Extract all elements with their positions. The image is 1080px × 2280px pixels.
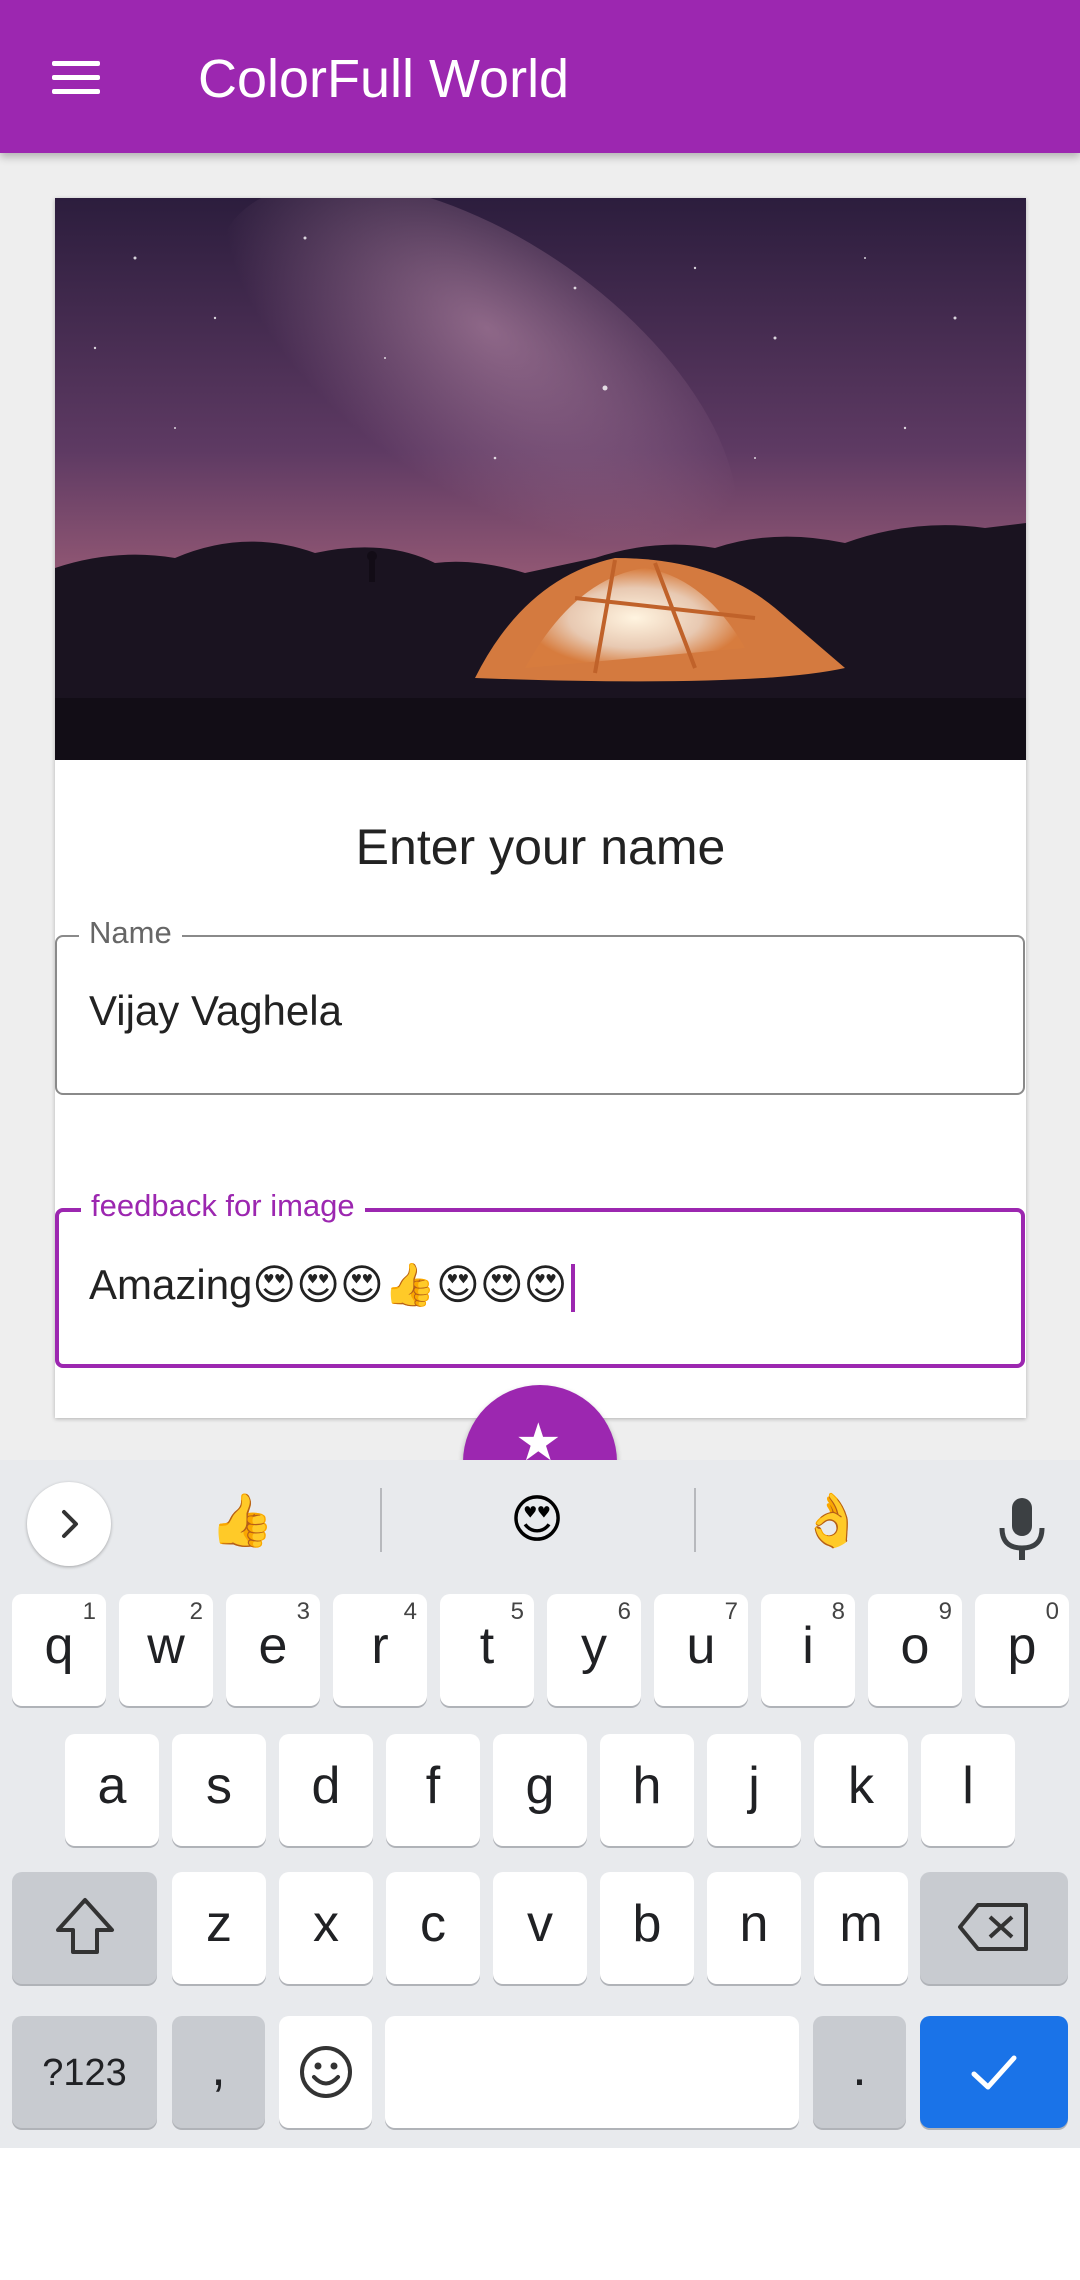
feedback-field-value[interactable]: Amazing😍😍😍👍😍😍😍 <box>89 1260 576 1312</box>
key-x[interactable]: x <box>279 1872 373 1984</box>
key-label: m <box>839 1895 883 1953</box>
soft-keyboard: 👍 😍 👌 q1w2e3r4t5y6u7i8o9p0 asdfghjkl zxc… <box>0 1460 1080 2148</box>
key-t[interactable]: t5 <box>440 1594 534 1706</box>
key-label: i <box>802 1617 814 1675</box>
suggestion-1[interactable]: 👍 <box>182 1490 302 1551</box>
key-w[interactable]: w2 <box>119 1594 213 1706</box>
key-c[interactable]: c <box>386 1872 480 1984</box>
key-label: x <box>313 1895 339 1953</box>
key-hint: 6 <box>617 1598 631 1625</box>
text-cursor <box>571 1263 576 1312</box>
key-y[interactable]: y6 <box>547 1594 641 1706</box>
key-m[interactable]: m <box>814 1872 908 1984</box>
emoji-icon <box>299 2046 352 2098</box>
card-heading: Enter your name <box>355 819 726 875</box>
key-d[interactable]: d <box>279 1734 373 1846</box>
period-key[interactable]: . <box>813 2016 906 2128</box>
expand-toolbar-button[interactable] <box>27 1482 111 1566</box>
suggestion-3[interactable]: 👌 <box>772 1490 892 1551</box>
key-hint: 4 <box>403 1598 417 1625</box>
key-g[interactable]: g <box>493 1734 587 1846</box>
name-field[interactable]: Name Vijay Vaghela <box>55 915 1025 1095</box>
key-label: v <box>527 1895 553 1953</box>
key-label: b <box>632 1895 662 1953</box>
key-q[interactable]: q1 <box>12 1594 106 1706</box>
menu-icon[interactable] <box>40 42 110 112</box>
key-j[interactable]: j <box>707 1734 801 1846</box>
key-hint: 9 <box>938 1598 952 1625</box>
key-label: s <box>206 1757 232 1815</box>
microphone-icon[interactable] <box>992 1494 1052 1564</box>
key-o[interactable]: o9 <box>868 1594 962 1706</box>
key-s[interactable]: s <box>172 1734 266 1846</box>
key-hint: 0 <box>1045 1598 1059 1625</box>
key-b[interactable]: b <box>600 1872 694 1984</box>
app-title: ColorFull World <box>198 49 570 109</box>
key-label: u <box>686 1617 716 1675</box>
key-l[interactable]: l <box>921 1734 1015 1846</box>
key-i[interactable]: i8 <box>761 1594 855 1706</box>
key-f[interactable]: f <box>386 1734 480 1846</box>
key-u[interactable]: u7 <box>654 1594 748 1706</box>
app-bar: ColorFull World <box>0 0 1080 153</box>
key-r[interactable]: r4 <box>333 1594 427 1706</box>
key-hint: 3 <box>296 1598 310 1625</box>
key-label: h <box>632 1757 662 1815</box>
key-label: t <box>479 1617 495 1675</box>
key-hint: 1 <box>82 1598 96 1625</box>
name-field-label: Name <box>79 915 182 951</box>
key-label: r <box>371 1617 389 1675</box>
comma-key[interactable]: , <box>172 2016 265 2128</box>
key-n[interactable]: n <box>707 1872 801 1984</box>
feedback-field[interactable]: feedback for image Amazing😍😍😍👍😍😍😍 <box>55 1188 1025 1368</box>
checkmark-icon <box>971 2055 1017 2090</box>
content-card: Enter your name Name Vijay Vaghela feedb… <box>55 198 1026 1418</box>
done-key[interactable] <box>920 2016 1068 2128</box>
feedback-field-label: feedback for image <box>81 1188 365 1224</box>
backspace-icon <box>958 1903 1028 1951</box>
key-hint: 2 <box>189 1598 203 1625</box>
key-v[interactable]: v <box>493 1872 587 1984</box>
key-label: e <box>258 1617 288 1675</box>
key-label: g <box>525 1757 555 1815</box>
key-label: z <box>206 1895 232 1953</box>
key-label: a <box>97 1757 127 1815</box>
key-label: l <box>962 1757 974 1815</box>
key-label: d <box>311 1757 341 1815</box>
shift-icon <box>55 1898 114 1954</box>
key-e[interactable]: e3 <box>226 1594 320 1706</box>
key-z[interactable]: z <box>172 1872 266 1984</box>
backspace-key[interactable] <box>920 1872 1068 1984</box>
key-label: j <box>748 1757 760 1815</box>
emoji-key[interactable] <box>279 2016 372 2128</box>
key-label: y <box>581 1617 607 1675</box>
key-k[interactable]: k <box>814 1734 908 1846</box>
suggestion-bar: 👍 😍 👌 <box>0 1460 1080 1580</box>
key-label: n <box>739 1895 769 1953</box>
name-field-value[interactable]: Vijay Vaghela <box>89 987 342 1035</box>
key-p[interactable]: p0 <box>975 1594 1069 1706</box>
key-label: o <box>900 1617 930 1675</box>
feedback-text: Amazing😍😍😍👍😍😍😍 <box>89 1261 568 1308</box>
key-hint: 5 <box>510 1598 524 1625</box>
symbols-key[interactable]: ?123 <box>12 2016 157 2128</box>
space-key[interactable] <box>385 2016 799 2128</box>
key-label: q <box>44 1617 74 1675</box>
hero-image <box>55 198 1026 760</box>
suggestion-2[interactable]: 😍 <box>477 1490 597 1550</box>
key-label: k <box>848 1757 874 1815</box>
key-hint: 7 <box>724 1598 738 1625</box>
chevron-right-icon <box>62 1510 78 1538</box>
key-h[interactable]: h <box>600 1734 694 1846</box>
shift-key[interactable] <box>12 1872 157 1984</box>
key-hint: 8 <box>831 1598 845 1625</box>
suggestion-divider <box>694 1488 696 1552</box>
key-label: c <box>420 1895 446 1953</box>
navigation-bar-area <box>0 2148 1080 2280</box>
key-a[interactable]: a <box>65 1734 159 1846</box>
key-label: w <box>147 1617 185 1675</box>
key-label: f <box>425 1757 441 1815</box>
key-label: p <box>1007 1617 1037 1675</box>
suggestion-divider <box>380 1488 382 1552</box>
